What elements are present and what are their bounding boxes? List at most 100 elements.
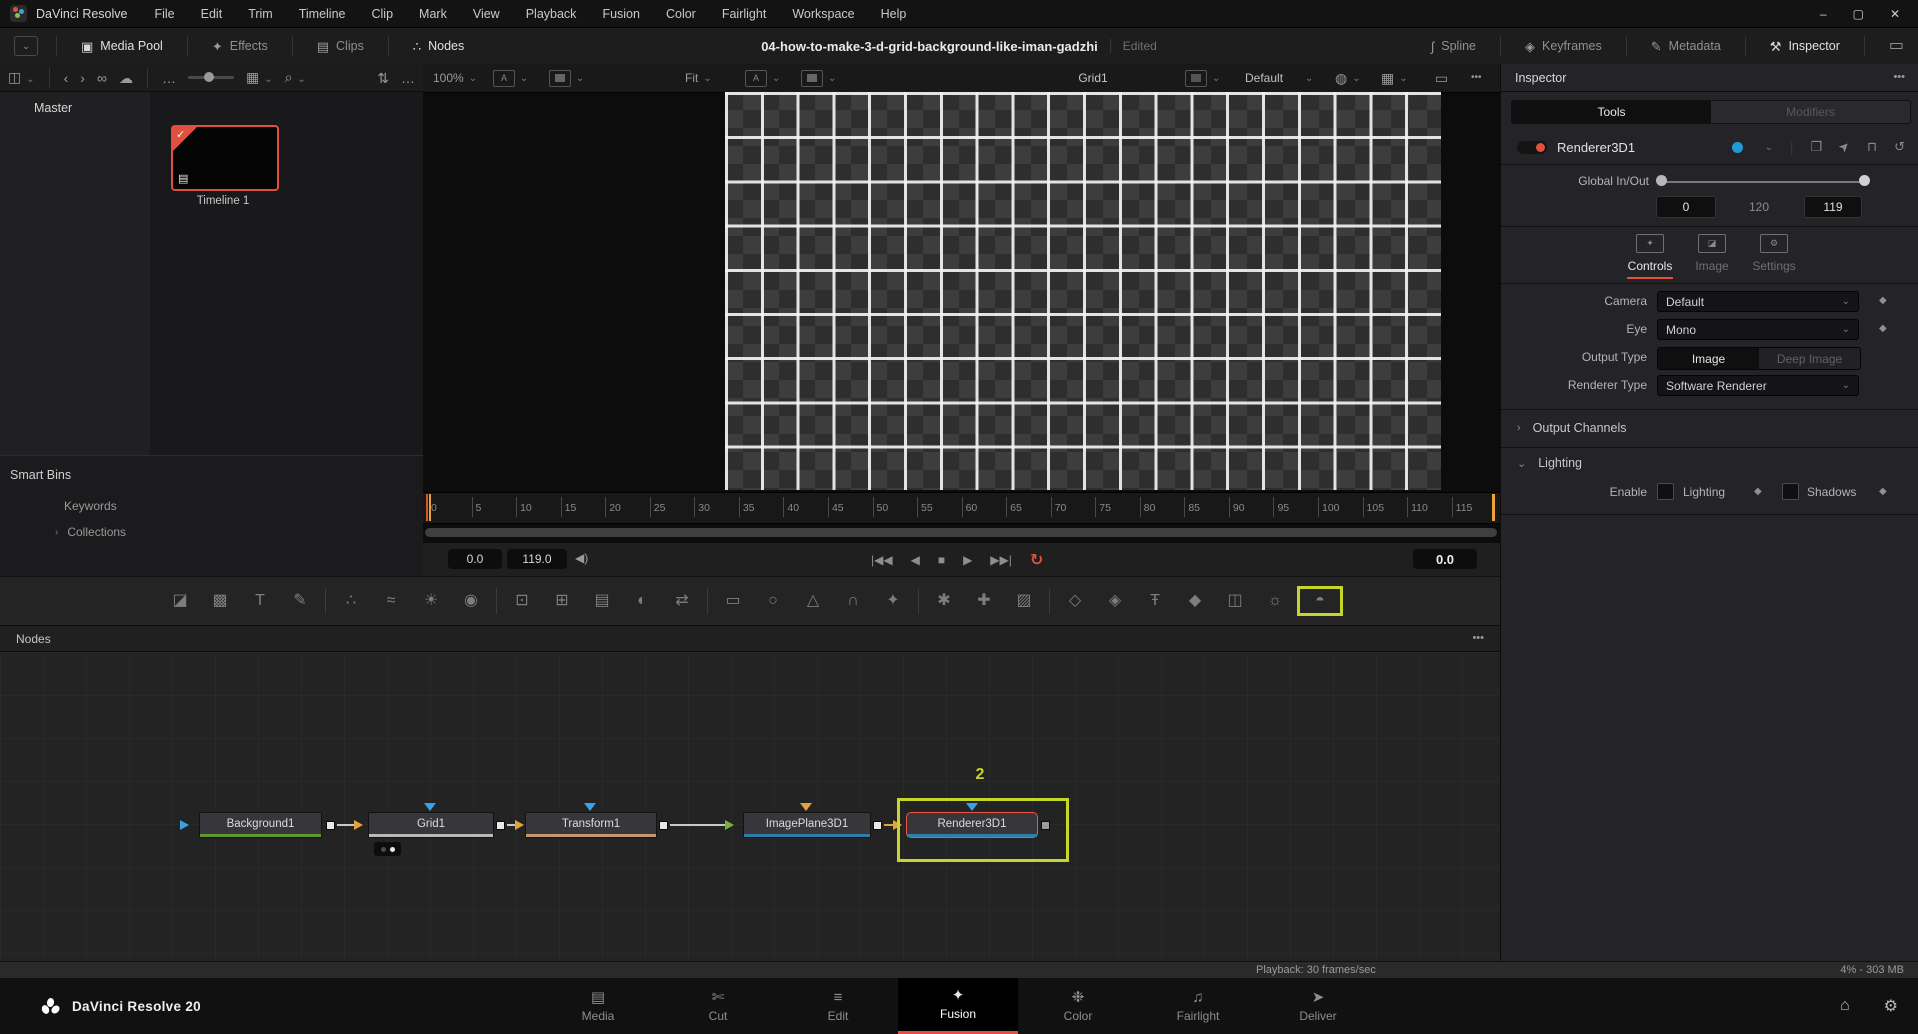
- media-pool-more-icon[interactable]: …: [401, 71, 415, 85]
- menu-view[interactable]: View: [460, 7, 513, 21]
- global-out-field[interactable]: 119: [1804, 196, 1862, 218]
- minimize-button[interactable]: –: [1820, 7, 1827, 21]
- camera-dropdown[interactable]: Default ⌄: [1657, 291, 1859, 312]
- grid1-output-port[interactable]: [496, 821, 505, 830]
- versions-icon[interactable]: ❐: [1810, 139, 1822, 155]
- viewer-expand-button[interactable]: ▭: [1435, 64, 1448, 92]
- imageplane3d1-output-port[interactable]: [873, 821, 882, 830]
- page-edit[interactable]: ≡ Edit: [778, 978, 898, 1034]
- right-viewer-options-dropdown[interactable]: ⌄: [801, 64, 836, 92]
- blur-tool-icon[interactable]: ◉: [451, 593, 491, 609]
- global-out-knob[interactable]: [1859, 175, 1870, 186]
- lighting-group[interactable]: ⌄ Lighting: [1517, 456, 1582, 470]
- viewer-grid-overlay-dropdown[interactable]: ▦ ⌄: [1381, 64, 1408, 92]
- section-tab-image[interactable]: ◪ Image: [1681, 234, 1743, 273]
- node-graph[interactable]: 2 Background1 Grid1 Transform1 ImagePlane3D…: [0, 652, 1500, 961]
- shape-3d-tool-icon[interactable]: ◈: [1095, 593, 1135, 609]
- stop-button[interactable]: ■: [938, 553, 945, 567]
- viewer-lut-dropdown[interactable]: Default ⌄: [1245, 64, 1313, 92]
- bin-item-master[interactable]: Master: [0, 92, 150, 115]
- spot-light-3d-tool-icon[interactable]: ☼: [1255, 593, 1295, 609]
- pin-icon[interactable]: ➤: [1835, 137, 1854, 156]
- matte-control-tool-icon[interactable]: ◐: [622, 593, 662, 609]
- graph-node-renderer3d1[interactable]: Renderer3D1: [906, 812, 1038, 838]
- resize-tool-icon[interactable]: ⇄: [662, 593, 702, 609]
- smart-bin-keywords[interactable]: Keywords: [0, 482, 423, 513]
- thumbnail-size-slider[interactable]: [187, 72, 234, 82]
- rectangle-mask-tool-icon[interactable]: ▭: [713, 593, 753, 609]
- transform1-output-port[interactable]: [659, 821, 668, 830]
- transform1-mask-input-port[interactable]: [584, 803, 596, 811]
- close-button[interactable]: ✕: [1890, 7, 1900, 21]
- nodes-panel-more-icon[interactable]: •••: [1472, 633, 1484, 644]
- audio-mute-icon[interactable]: ◀): [575, 552, 588, 564]
- go-to-end-button[interactable]: ▶▶|: [990, 553, 1012, 567]
- media-pool-panel-button[interactable]: ▣ Media Pool: [67, 28, 177, 64]
- timeline-ruler[interactable]: 0 5 10 15 20 25 30 35 40 45 50 55 60 65 70 75 80 85 90 95 10…: [423, 492, 1500, 524]
- section-tab-settings[interactable]: ⚙ Settings: [1743, 234, 1805, 273]
- merge-tool-icon[interactable]: ⊡: [502, 593, 542, 609]
- merge-3d-tool-icon[interactable]: ◆: [1175, 593, 1215, 609]
- project-settings-gear-icon[interactable]: ⚙: [1884, 996, 1898, 1016]
- imageplane3d1-material-input-port[interactable]: [800, 803, 812, 811]
- grid-view-icon[interactable]: ▦ ⌄: [246, 70, 273, 85]
- background1-output-port[interactable]: [326, 821, 335, 830]
- render-range-out-field[interactable]: 119.0: [507, 549, 567, 569]
- channel-booleans-tool-icon[interactable]: ▤: [582, 593, 622, 609]
- particle-render-tool-icon[interactable]: ▨: [1004, 593, 1044, 609]
- page-fairlight[interactable]: ♫ Fairlight: [1138, 978, 1258, 1034]
- restore-button[interactable]: ▢: [1853, 7, 1864, 21]
- reset-icon[interactable]: ↺: [1894, 139, 1905, 155]
- fast-noise-tool-icon[interactable]: ▩: [200, 593, 240, 609]
- project-manager-home-icon[interactable]: ⌂: [1840, 997, 1850, 1015]
- keyframes-panel-button[interactable]: ◈ Keyframes: [1511, 28, 1616, 64]
- viewer-more-icon[interactable]: •••: [1471, 64, 1482, 92]
- nodes-panel-button[interactable]: ∴ Nodes: [399, 28, 478, 64]
- instance-tool-icon[interactable]: ⊞: [542, 593, 582, 609]
- graph-node-transform1[interactable]: Transform1: [525, 812, 657, 838]
- eye-dropdown[interactable]: Mono ⌄: [1657, 319, 1859, 340]
- brightness-contrast-tool-icon[interactable]: ☀: [411, 593, 451, 609]
- tab-tools[interactable]: Tools: [1512, 101, 1711, 123]
- shadows-enable-checkbox[interactable]: [1782, 483, 1799, 500]
- menu-fairlight[interactable]: Fairlight: [709, 7, 779, 21]
- renderer-type-dropdown[interactable]: Software Renderer ⌄: [1657, 375, 1859, 396]
- menu-playback[interactable]: Playback: [513, 7, 590, 21]
- text-3d-tool-icon[interactable]: Ŧ: [1135, 593, 1175, 609]
- smart-bins-header[interactable]: Smart Bins: [0, 456, 423, 482]
- menu-help[interactable]: Help: [868, 7, 920, 21]
- left-viewer-options-dropdown[interactable]: ⌄: [549, 64, 584, 92]
- menu-edit[interactable]: Edit: [188, 7, 236, 21]
- eye-keyframe-icon[interactable]: ◆: [1879, 323, 1887, 334]
- global-in-out-slider[interactable]: [1661, 181, 1869, 183]
- menu-fusion[interactable]: Fusion: [589, 7, 653, 21]
- metadata-panel-button[interactable]: ✎ Metadata: [1637, 28, 1735, 64]
- camera-keyframe-icon[interactable]: ◆: [1879, 295, 1887, 306]
- menu-mark[interactable]: Mark: [406, 7, 460, 21]
- menu-clip[interactable]: Clip: [359, 7, 407, 21]
- more-options-icon[interactable]: …: [162, 71, 176, 85]
- output-type-image-option[interactable]: Image: [1658, 348, 1759, 369]
- particle-emitter-tool-icon[interactable]: ✱: [924, 593, 964, 609]
- page-deliver[interactable]: ➤ Deliver: [1258, 978, 1378, 1034]
- viewer-proxy-dropdown[interactable]: ⌄: [1185, 64, 1220, 92]
- particle-force-tool-icon[interactable]: ✚: [964, 593, 1004, 609]
- global-in-knob[interactable]: [1656, 175, 1667, 186]
- loop-playback-button[interactable]: ↻: [1030, 550, 1043, 570]
- layout-presets-icon[interactable]: ▭: [1875, 38, 1918, 54]
- color-curves-tool-icon[interactable]: ≈: [371, 593, 411, 609]
- right-viewer-channel-dropdown[interactable]: A ⌄: [745, 64, 780, 92]
- play-button[interactable]: ▶: [963, 553, 972, 567]
- output-type-deep-image-option[interactable]: Deep Image: [1759, 348, 1860, 369]
- menu-workspace[interactable]: Workspace: [779, 7, 867, 21]
- image-plane-3d-tool-icon[interactable]: ◇: [1055, 593, 1095, 609]
- paint-tool-icon[interactable]: ✎: [280, 593, 320, 609]
- node-color-dot[interactable]: [1731, 141, 1743, 153]
- timeline-scrollbar[interactable]: [425, 528, 1497, 537]
- menu-app-name[interactable]: DaVinci Resolve: [36, 7, 127, 21]
- page-fusion[interactable]: ✦ Fusion: [898, 978, 1018, 1034]
- menu-timeline[interactable]: Timeline: [286, 7, 359, 21]
- ellipse-mask-tool-icon[interactable]: ○: [753, 593, 793, 609]
- relink-icon[interactable]: ∞: [97, 71, 107, 85]
- viewer-3d-view-dropdown[interactable]: ◍ ⌄: [1335, 64, 1361, 92]
